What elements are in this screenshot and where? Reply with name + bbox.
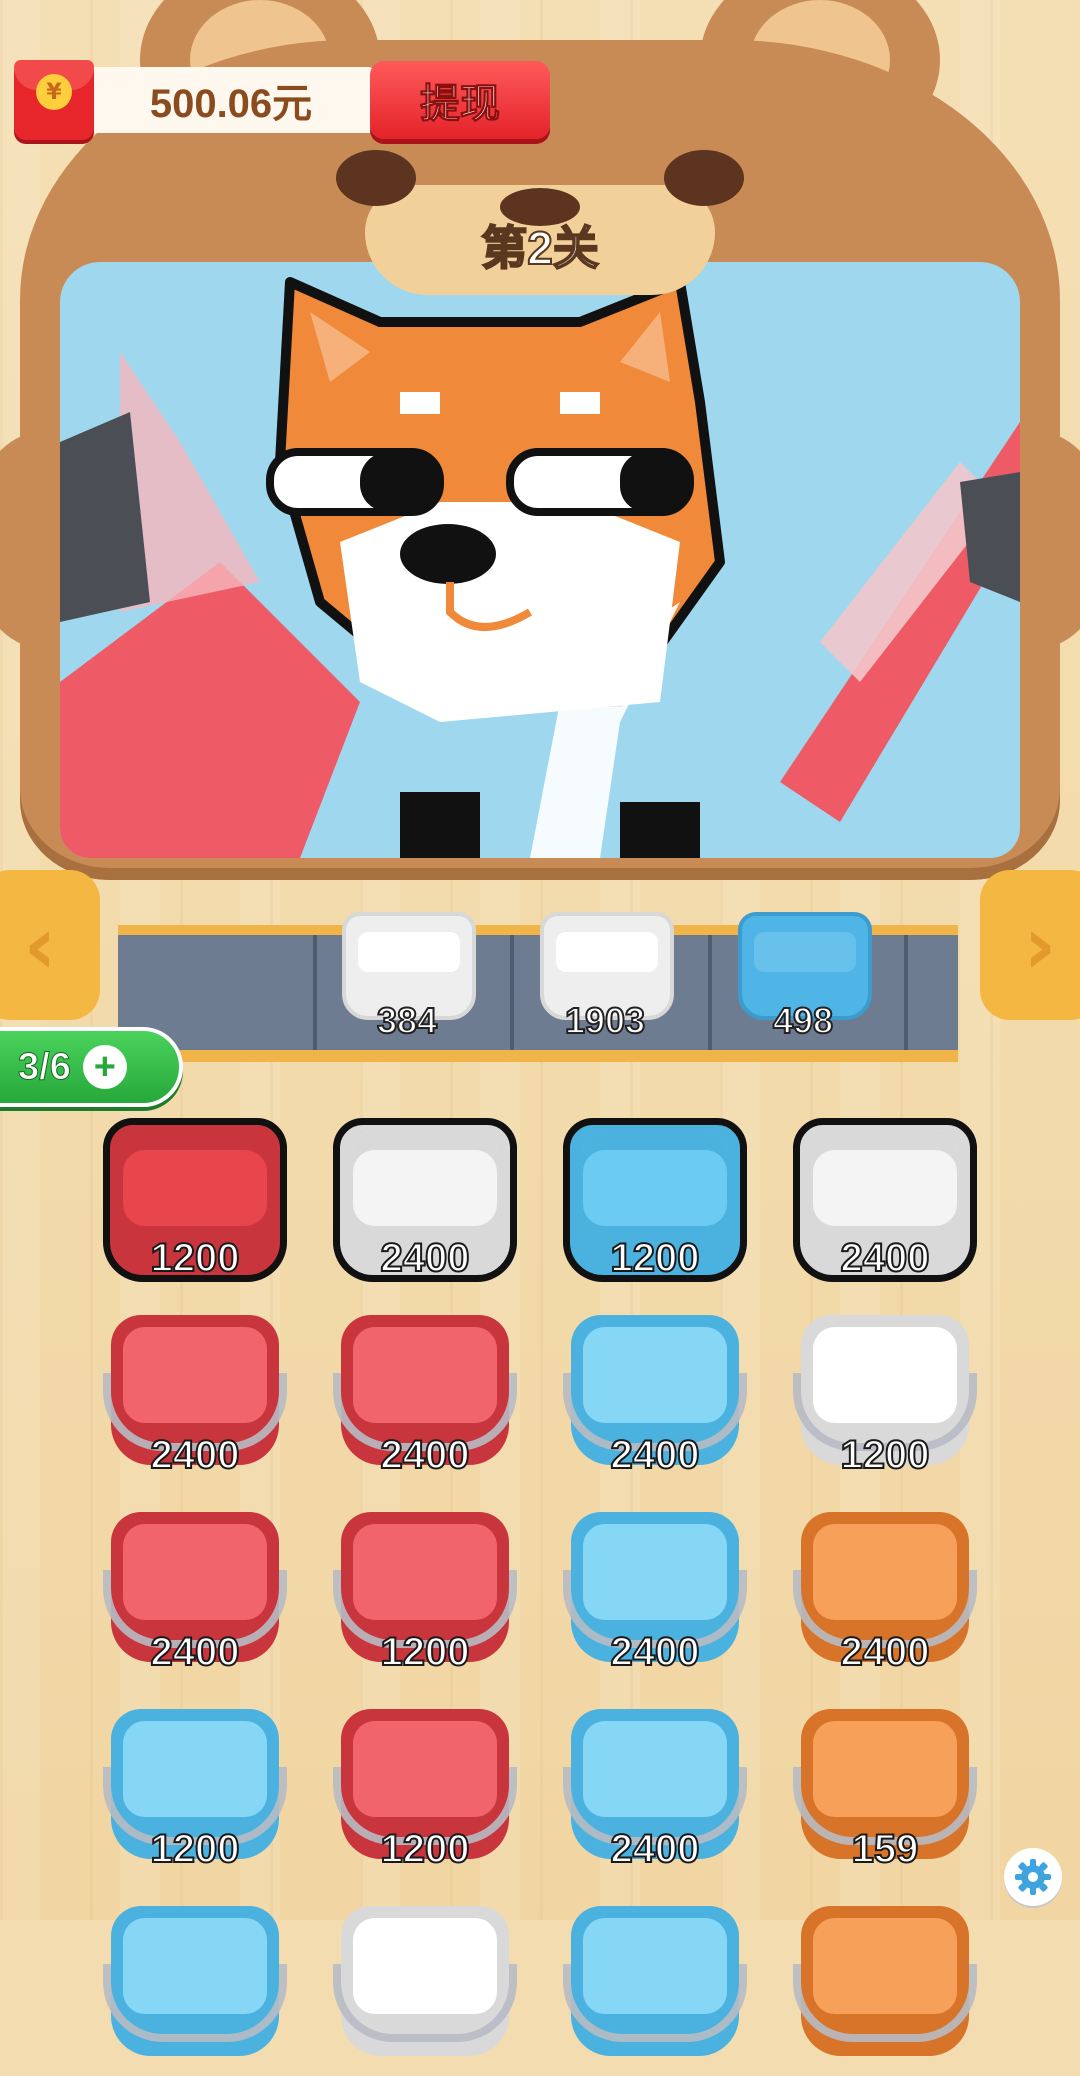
bucket-count: 1200 — [150, 1826, 241, 1872]
sand-bucket[interactable]: 2400 — [333, 1315, 517, 1485]
level-title: 第2关 — [480, 221, 600, 275]
conveyor-slot[interactable]: 1903 — [540, 912, 674, 1042]
slot-count: 384 — [376, 999, 438, 1042]
sand-bucket[interactable]: 1200 — [563, 1118, 747, 1288]
slot-count: 1903 — [564, 999, 646, 1042]
sand-picture-canvas — [60, 262, 1020, 858]
red-packet-icon[interactable]: ¥ — [14, 60, 94, 140]
sand-bucket[interactable]: 2400 — [793, 1512, 977, 1682]
sand-bucket[interactable]: 2400 — [103, 1315, 287, 1485]
bucket-count: 1200 — [380, 1826, 471, 1872]
bear-eye-right — [664, 150, 744, 206]
bucket-count: 1200 — [840, 1432, 931, 1478]
sand-bucket[interactable]: 2400 — [793, 1118, 977, 1288]
sand-bucket[interactable]: 1200 — [103, 1709, 287, 1879]
sand-bucket[interactable]: 1200 — [793, 1315, 977, 1485]
sand-bucket[interactable]: 2400 — [333, 1118, 517, 1288]
plus-icon: + — [82, 1045, 127, 1089]
sand-bucket[interactable]: 1200 — [103, 1118, 287, 1288]
chevron-right-icon[interactable]: › — [980, 870, 1080, 1020]
bucket-rim — [353, 1130, 497, 1226]
sand-bucket[interactable]: 159 — [793, 1709, 977, 1879]
withdraw-button[interactable]: 提现 — [370, 61, 550, 139]
extra-slots-label: 3/6 — [18, 1045, 72, 1088]
coin-icon: ¥ — [36, 74, 72, 110]
bucket-rim — [813, 1130, 957, 1226]
extra-slots-button[interactable]: 3/6 + — [0, 1027, 183, 1107]
bucket-handle — [793, 1964, 977, 2042]
chevron-left-icon[interactable]: ‹ — [0, 870, 100, 1020]
bucket-rim — [123, 1130, 267, 1226]
bucket-handle — [563, 1964, 747, 2042]
balance-bar: ¥ 500.06元 提现 — [14, 60, 564, 140]
bucket-handle — [103, 1964, 287, 2042]
balance-amount: 500.06元 — [86, 67, 376, 133]
bucket-count: 2400 — [840, 1629, 931, 1675]
bucket-count: 2400 — [610, 1826, 701, 1872]
sand-bucket[interactable]: 1200 — [333, 1512, 517, 1682]
conveyor-slot[interactable]: 498 — [738, 912, 872, 1042]
sand-bucket[interactable] — [333, 1906, 517, 2076]
bucket-count: 2400 — [380, 1235, 471, 1281]
sand-bucket[interactable]: 1200 — [333, 1709, 517, 1879]
sand-bucket[interactable]: 2400 — [563, 1512, 747, 1682]
bucket-count: 1200 — [150, 1235, 241, 1281]
bear-eye-left — [336, 150, 416, 206]
bucket-count: 2400 — [380, 1432, 471, 1478]
sand-bucket[interactable] — [563, 1906, 747, 2076]
bucket-handle — [333, 1964, 517, 2042]
bucket-rim — [583, 1130, 727, 1226]
sand-bucket[interactable] — [103, 1906, 287, 2076]
bucket-count: 1200 — [380, 1629, 471, 1675]
bucket-count: 2400 — [150, 1432, 241, 1478]
bucket-count: 2400 — [610, 1432, 701, 1478]
bucket-count: 2400 — [150, 1629, 241, 1675]
gear-icon[interactable] — [1004, 1848, 1062, 1906]
sand-bucket[interactable] — [793, 1906, 977, 2076]
conveyor-slot[interactable]: 384 — [342, 912, 476, 1042]
bucket-count: 159 — [851, 1826, 920, 1872]
sand-bucket[interactable]: 2400 — [103, 1512, 287, 1682]
sand-bucket[interactable]: 2400 — [563, 1709, 747, 1879]
bucket-count: 2400 — [610, 1629, 701, 1675]
bucket-count: 2400 — [840, 1235, 931, 1281]
shiba-dog-picture — [60, 277, 1020, 858]
sand-bucket[interactable]: 2400 — [563, 1315, 747, 1485]
slot-count: 498 — [772, 999, 834, 1042]
bucket-count: 1200 — [610, 1235, 701, 1281]
